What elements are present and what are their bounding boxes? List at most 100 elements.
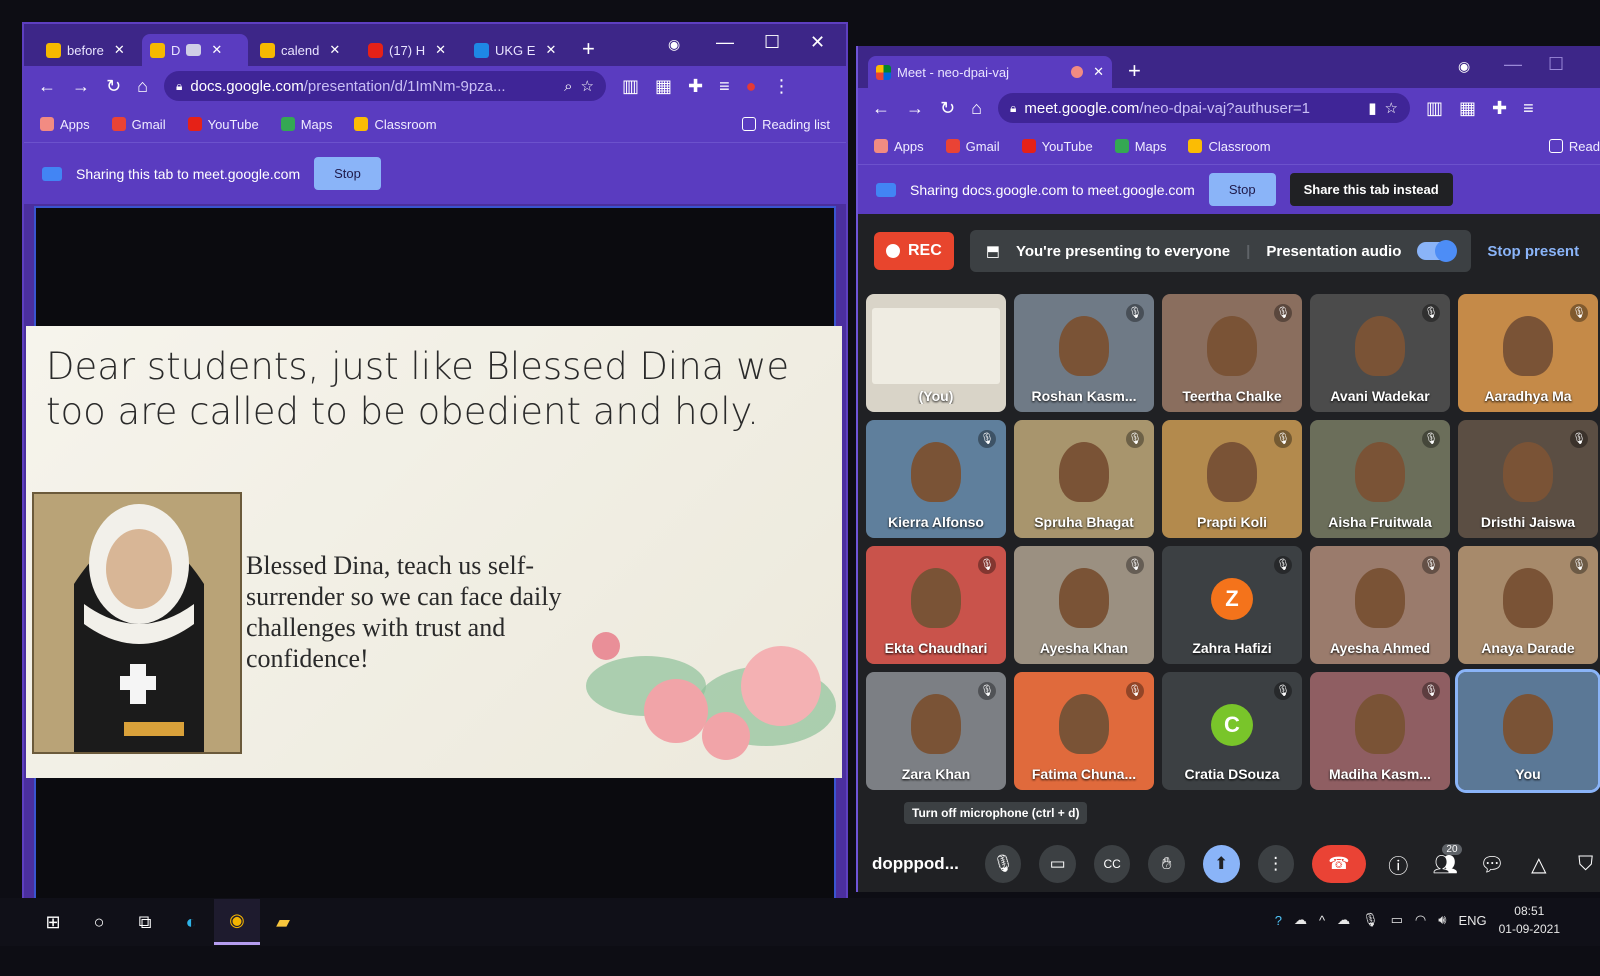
reading-mode-icon[interactable]: ▥ <box>622 76 639 97</box>
new-tab-button[interactable]: + <box>1128 58 1141 84</box>
participant-tile[interactable]: 🎙︎ Prapti Koli <box>1162 420 1302 538</box>
search-icon[interactable]: ○ <box>76 899 122 945</box>
participant-tile[interactable]: 🎙︎ Ekta Chaudhari <box>866 546 1006 664</box>
wifi-icon[interactable]: ◠ <box>1415 912 1426 928</box>
camera-button[interactable]: ▭ <box>1039 845 1076 883</box>
media-icon[interactable]: ≡ <box>719 76 730 97</box>
address-bar[interactable]: 🔒︎ meet.google.com/neo-dpai-vaj?authuser… <box>997 93 1410 123</box>
volume-icon[interactable]: 🔊︎ <box>1438 912 1446 928</box>
participant-tile[interactable]: 🎙︎ Dristhi Jaiswa <box>1458 420 1598 538</box>
media-icon[interactable]: ≡ <box>1523 98 1534 119</box>
stop-sharing-button[interactable]: Stop <box>314 157 381 190</box>
participant-tile[interactable]: 🎙︎ Aisha Fruitwala <box>1310 420 1450 538</box>
tab-calendar[interactable]: calend ✕ <box>252 34 352 66</box>
forward-icon[interactable]: → <box>72 76 90 97</box>
back-icon[interactable]: ← <box>38 76 56 97</box>
language-indicator[interactable]: ENG <box>1458 913 1486 928</box>
leave-call-button[interactable]: ☎︎ <box>1312 845 1366 883</box>
show-hidden-icon[interactable]: ^ <box>1319 913 1325 928</box>
onedrive-icon[interactable]: ☁ <box>1337 912 1350 928</box>
file-explorer-icon[interactable]: ▰ <box>260 899 306 945</box>
close-tab-icon[interactable]: ✕ <box>435 42 446 58</box>
maximize-button[interactable]: ☐ <box>764 32 780 53</box>
bookmark-gmail[interactable]: Gmail <box>945 139 1000 154</box>
presentation-audio-toggle[interactable] <box>1417 240 1458 262</box>
raise-hand-button[interactable]: ✋︎ <box>1148 845 1185 883</box>
participant-tile[interactable]: 🎙︎ Teertha Chalke <box>1162 294 1302 412</box>
windows-start-icon[interactable]: ⊞ <box>30 899 76 945</box>
back-icon[interactable]: ← <box>872 98 890 119</box>
participant-tile[interactable]: C 🎙︎ Cratia DSouza <box>1162 672 1302 790</box>
menu-icon[interactable]: ⋮ <box>772 76 790 97</box>
participant-tile[interactable]: 🎙︎ Roshan Kasm... <box>1014 294 1154 412</box>
microphone-button[interactable]: 🎙︎ <box>984 845 1022 883</box>
bookmark-maps[interactable]: Maps <box>280 117 332 132</box>
weather-icon[interactable]: ☁ <box>1294 912 1307 928</box>
host-controls-icon[interactable]: ⛉ <box>1571 853 1600 876</box>
clock[interactable]: 08:51 01-09-2021 <box>1499 902 1560 938</box>
bookmark-maps[interactable]: Maps <box>1114 139 1166 154</box>
captions-button[interactable]: CC <box>1093 845 1131 883</box>
reading-list-button[interactable]: Reading list <box>742 117 830 132</box>
maximize-button[interactable]: ☐ <box>1548 54 1564 75</box>
bookmark-apps[interactable]: Apps <box>40 117 90 132</box>
reload-icon[interactable]: ↻ <box>106 76 121 97</box>
people-button[interactable]: 👥︎ 20 <box>1431 843 1462 877</box>
camera-indicator-icon[interactable]: ▮ <box>1368 99 1376 117</box>
participant-tile[interactable]: Z 🎙︎ Zahra Hafizi <box>1162 546 1302 664</box>
extensions-icon[interactable]: ✚ <box>688 76 703 97</box>
profile-icon[interactable]: ● <box>746 76 757 97</box>
bookmark-classroom[interactable]: Classroom <box>354 117 437 132</box>
stop-sharing-button[interactable]: Stop <box>1208 173 1276 206</box>
close-tab-icon[interactable]: ✕ <box>329 42 340 58</box>
apps-grid-icon[interactable]: ▦ <box>1459 98 1476 119</box>
chat-icon[interactable]: 💬︎ <box>1478 852 1507 877</box>
close-window-button[interactable]: ✕ <box>810 32 825 53</box>
participant-tile[interactable]: 🎙︎ Zara Khan <box>866 672 1006 790</box>
tab-search-icon[interactable]: ◉ <box>1458 58 1470 75</box>
close-tab-icon[interactable]: ✕ <box>211 42 222 58</box>
present-button[interactable]: ⬆ <box>1202 845 1240 883</box>
bookmark-classroom[interactable]: Classroom <box>1188 139 1271 154</box>
help-icon[interactable]: ? <box>1275 913 1282 928</box>
close-tab-icon[interactable]: ✕ <box>1093 64 1104 80</box>
apps-grid-icon[interactable]: ▦ <box>655 76 672 97</box>
task-view-icon[interactable]: ⧉ <box>122 899 168 945</box>
tab-before[interactable]: before ✕ <box>38 34 138 66</box>
participant-tile[interactable]: 🎙︎ Spruha Bhagat <box>1014 420 1154 538</box>
tab-youtube[interactable]: (17) H ✕ <box>360 34 460 66</box>
forward-icon[interactable]: → <box>906 98 924 119</box>
microphone-tray-icon[interactable]: 🎙︎ <box>1362 912 1379 928</box>
stop-presenting-button[interactable]: Stop present <box>1487 243 1579 260</box>
home-icon[interactable]: ⌂ <box>137 76 148 97</box>
bookmark-star-icon[interactable]: ☆ <box>581 77 594 95</box>
close-tab-icon[interactable]: ✕ <box>545 42 556 58</box>
edge-icon[interactable]: ◐ <box>168 899 214 945</box>
tab-ukg[interactable]: UKG E ✕ <box>466 34 566 66</box>
bookmark-star-icon[interactable]: ☆ <box>1385 99 1398 117</box>
new-tab-button[interactable]: + <box>582 36 595 62</box>
close-tab-icon[interactable]: ✕ <box>114 42 125 58</box>
reading-mode-icon[interactable]: ▥ <box>1426 98 1443 119</box>
participant-tile[interactable]: 🎙︎ Ayesha Khan <box>1014 546 1154 664</box>
activities-icon[interactable]: △ <box>1524 852 1553 877</box>
address-bar[interactable]: 🔒︎ docs.google.com/presentation/d/1ImNm-… <box>163 71 606 101</box>
minimize-button[interactable]: — <box>1504 54 1522 75</box>
bookmark-youtube[interactable]: YouTube <box>1021 139 1093 154</box>
reading-list-button[interactable]: Read <box>1548 139 1600 154</box>
participant-tile[interactable]: 🎙︎ Ayesha Ahmed <box>1310 546 1450 664</box>
tab-meet[interactable]: Meet - neo-dpai-vaj ✕ <box>868 56 1112 88</box>
bookmark-gmail[interactable]: Gmail <box>111 117 166 132</box>
chrome-icon[interactable]: ◉ <box>214 899 260 945</box>
participant-tile[interactable]: 🎙︎ Aaradhya Ma <box>1458 294 1598 412</box>
participant-tile[interactable]: 🎙︎ Kierra Alfonso <box>866 420 1006 538</box>
home-icon[interactable]: ⌂ <box>971 98 982 119</box>
bookmark-apps[interactable]: Apps <box>874 139 924 154</box>
participant-tile[interactable]: You <box>1455 669 1600 793</box>
zoom-icon[interactable]: ⌕ <box>564 78 572 95</box>
recording-badge[interactable]: REC <box>874 232 954 270</box>
participant-tile[interactable]: 🎙︎ Avani Wadekar <box>1310 294 1450 412</box>
participant-tile[interactable]: 🎙︎ Madiha Kasm... <box>1310 672 1450 790</box>
reload-icon[interactable]: ↻ <box>940 98 955 119</box>
bookmark-youtube[interactable]: YouTube <box>187 117 259 132</box>
